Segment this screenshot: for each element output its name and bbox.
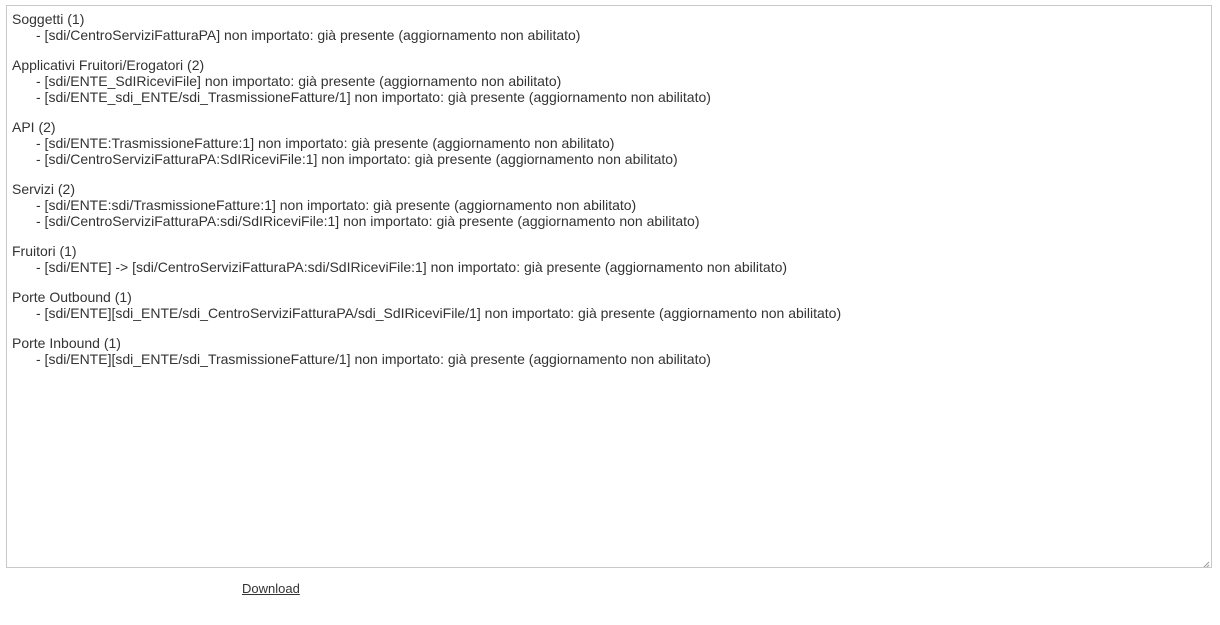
section-title: Porte Outbound (1) <box>12 289 132 305</box>
report-entry: - [sdi/ENTE_sdi_ENTE/sdi_TrasmissioneFat… <box>36 89 711 105</box>
report-entry: - [sdi/CentroServiziFatturaPA:sdi/SdIRic… <box>36 213 700 229</box>
report-section: Servizi (2) - [sdi/ENTE:sdi/TrasmissioneF… <box>12 181 1206 229</box>
report-sections: Soggetti (1) - [sdi/CentroServiziFatturaP… <box>12 11 1206 367</box>
report-section: API (2) - [sdi/ENTE:TrasmissioneFatture:1… <box>12 119 1206 167</box>
report-entry: - [sdi/ENTE:TrasmissioneFatture:1] non i… <box>36 135 615 151</box>
section-title: API (2) <box>12 119 56 135</box>
section-title: Servizi (2) <box>12 181 76 197</box>
report-entry: - [sdi/ENTE:sdi/TrasmissioneFatture:1] n… <box>36 197 637 213</box>
report-section: Fruitori (1) - [sdi/ENTE] -> [sdi/CentroS… <box>12 243 1206 275</box>
download-link[interactable]: Download <box>242 581 300 597</box>
resize-grip-icon[interactable] <box>1200 556 1210 567</box>
section-title: Applicativi Fruitori/Erogatori (2) <box>12 57 205 73</box>
report-section: Porte Outbound (1) - [sdi/ENTE][sdi_ENTE/… <box>12 289 1206 321</box>
report-entry: - [sdi/ENTE_SdIRiceviFile] non importato… <box>36 73 562 89</box>
report-section: Porte Inbound (1) - [sdi/ENTE][sdi_ENTE/s… <box>12 335 1206 367</box>
report-entry: - [sdi/CentroServiziFatturaPA] non impor… <box>36 27 581 43</box>
report-entry: - [sdi/CentroServiziFatturaPA:SdIRiceviF… <box>36 151 678 167</box>
report-section: Applicativi Fruitori/Erogatori (2) - [sdi… <box>12 57 1206 105</box>
section-title: Soggetti (1) <box>12 11 85 27</box>
section-title: Fruitori (1) <box>12 243 77 259</box>
report-entry: - [sdi/ENTE][sdi_ENTE/sdi_TrasmissioneFa… <box>36 351 711 367</box>
report-entry: - [sdi/ENTE] -> [sdi/CentroServiziFattur… <box>36 259 788 275</box>
import-report-textarea[interactable]: Soggetti (1) - [sdi/CentroServiziFatturaP… <box>6 5 1212 568</box>
section-title: Porte Inbound (1) <box>12 335 121 351</box>
report-entry: - [sdi/ENTE][sdi_ENTE/sdi_CentroServiziF… <box>36 305 842 321</box>
report-section: Soggetti (1) - [sdi/CentroServiziFatturaP… <box>12 11 1206 43</box>
